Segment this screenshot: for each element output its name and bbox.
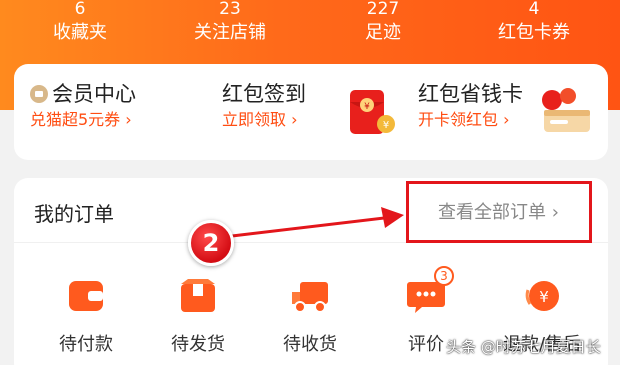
arrow-annotation [231, 207, 404, 238]
step-number-badge: 2 [188, 220, 234, 266]
watermark: 头条 @时苏七月夏日长 [446, 338, 601, 356]
